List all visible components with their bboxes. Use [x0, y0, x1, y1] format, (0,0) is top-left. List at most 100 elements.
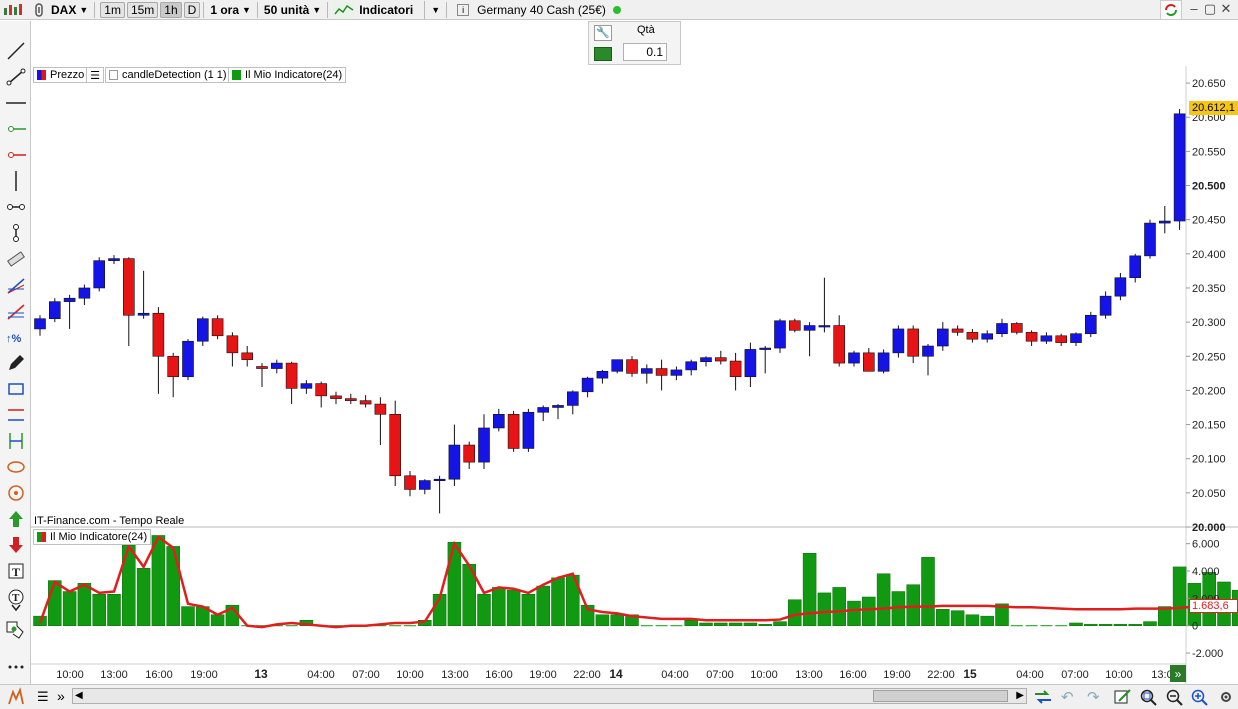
histogram-bar [788, 599, 802, 626]
rectangle-tool-icon[interactable] [5, 379, 27, 399]
red-horizontal-ray-icon[interactable] [5, 145, 27, 165]
indicator-legend[interactable]: Il Mio Indicatore(24) [228, 67, 347, 83]
candle-body [1025, 332, 1038, 342]
svg-text:T: T [12, 565, 20, 579]
date-range-icon[interactable] [5, 431, 27, 451]
edit-chart-icon[interactable] [1113, 688, 1133, 706]
histogram-bar [92, 594, 106, 626]
channel-tool-icon[interactable] [5, 405, 27, 425]
price-color-swatch-icon [37, 70, 46, 80]
histogram-bar [166, 546, 180, 626]
time-tick-label: 07:00 [1061, 669, 1089, 681]
histogram-bar [151, 535, 166, 626]
redo-icon[interactable]: ↷ [1087, 688, 1100, 706]
more-options-icon[interactable] [5, 657, 27, 677]
histogram-bar [699, 622, 713, 626]
text-tool-icon[interactable]: T [5, 561, 27, 581]
legend-list-button[interactable]: ☰ [86, 67, 104, 83]
histogram-bar [832, 587, 846, 626]
vertical-segment-icon[interactable] [5, 223, 27, 243]
time-tick-label: 16:00 [145, 669, 173, 681]
horizontal-segment-icon[interactable] [5, 197, 27, 217]
candle-body [374, 403, 387, 415]
scroll-left-arrow-icon[interactable]: ◀ [75, 689, 83, 703]
candle-detection-legend[interactable]: candleDetection (1 1) [105, 67, 231, 83]
histogram-bar [107, 594, 121, 626]
last-price-label: 20.612,1 [1192, 102, 1235, 114]
zoom-in-icon[interactable] [1190, 688, 1210, 706]
time-tick-label: 22:00 [927, 669, 955, 681]
histogram-bar [921, 557, 935, 626]
candle-body [833, 325, 846, 364]
chart-canvas[interactable]: 20.65020.60020.55020.50020.45020.40020.3… [0, 0, 1238, 709]
zoom-out-icon[interactable] [1165, 688, 1185, 706]
percent-tool-icon[interactable]: ↑% [5, 327, 27, 347]
candle-body [640, 368, 653, 374]
candle-body [922, 345, 934, 357]
candle-body [226, 335, 239, 354]
histogram-bar [950, 610, 965, 626]
time-tick-label: 19:00 [190, 669, 218, 681]
trading-platform-window: DAX ▼ 1m 15m 1h D 1 ora ▼ 50 unità ▼ Ind… [0, 0, 1238, 709]
histogram-bar [1069, 622, 1083, 626]
indicator-legend-label: Il Mio Indicatore(24) [245, 69, 343, 81]
arrow-down-icon[interactable] [5, 535, 27, 555]
drawing-toolbar: ↑% T T [0, 21, 31, 709]
sync-arrows-icon[interactable] [1033, 688, 1053, 706]
qty-input[interactable] [623, 43, 667, 61]
histogram-bar [758, 624, 772, 626]
keypad-icon[interactable] [594, 47, 612, 61]
fibonacci-fan-icon[interactable] [5, 275, 27, 295]
candle-body [344, 398, 357, 401]
scroll-to-end-button[interactable]: » [1170, 665, 1186, 682]
drawing-objects-icon[interactable] [5, 621, 27, 641]
price-legend[interactable]: Prezzo [33, 67, 89, 83]
candle-body [522, 411, 535, 449]
circle-target-icon[interactable] [5, 483, 27, 503]
horizontal-line-icon[interactable] [5, 93, 27, 113]
time-scrollbar[interactable]: ◀ ▶ [72, 688, 1027, 704]
wrench-icon[interactable]: 🔧 [594, 25, 612, 41]
price-axis: 20.65020.60020.55020.50020.45020.40020.3… [1186, 78, 1226, 534]
green-horizontal-ray-icon[interactable] [5, 119, 27, 139]
histogram-bar [610, 614, 624, 626]
time-tick-label: 13:0 [1151, 669, 1172, 681]
candle-body [404, 475, 416, 490]
menu-icon[interactable]: ☰ [37, 689, 49, 705]
pencil-icon[interactable] [5, 353, 27, 373]
candle-body [1159, 220, 1171, 224]
candle-body [1114, 277, 1127, 297]
scrollbar-thumb[interactable] [873, 690, 1008, 702]
fibonacci-retracement-icon[interactable] [5, 301, 27, 321]
ruler-icon[interactable] [5, 249, 27, 269]
pencil-brush-icon[interactable] [6, 687, 26, 707]
histogram-bar [743, 622, 758, 626]
candle-body [700, 357, 712, 363]
histogram-bar [1128, 624, 1142, 626]
segment-tool-icon[interactable] [5, 67, 27, 87]
candle-body [1173, 113, 1186, 222]
candle-body [581, 377, 594, 393]
histogram-bar [62, 591, 77, 626]
zoom-area-icon[interactable] [1139, 688, 1159, 706]
vertical-line-icon[interactable] [5, 171, 27, 191]
more-tools-chevron-icon[interactable] [5, 601, 27, 615]
indicator-tick-label: -2.000 [1192, 648, 1223, 660]
expand-panel-icon[interactable]: » [57, 688, 65, 704]
time-tick-label: 13:00 [441, 669, 469, 681]
undo-icon[interactable]: ↶ [1061, 688, 1074, 706]
histogram-bar [684, 619, 698, 626]
candle-body [670, 369, 683, 376]
scroll-right-arrow-icon[interactable]: ▶ [1016, 689, 1024, 703]
candle-body [270, 362, 283, 369]
candle-body [492, 414, 505, 429]
indicator-pane-legend[interactable]: Il Mio Indicatore(24) [33, 529, 152, 545]
line-tool-icon[interactable] [5, 41, 27, 61]
ellipse-tool-icon[interactable] [5, 457, 27, 477]
candle-body [788, 320, 801, 331]
arrow-up-icon[interactable] [5, 509, 27, 529]
indicator-tick-label: 0 [1192, 621, 1198, 633]
histogram-bar [1113, 624, 1128, 626]
histogram-bar [447, 542, 462, 626]
settings-icon[interactable] [1216, 688, 1236, 706]
